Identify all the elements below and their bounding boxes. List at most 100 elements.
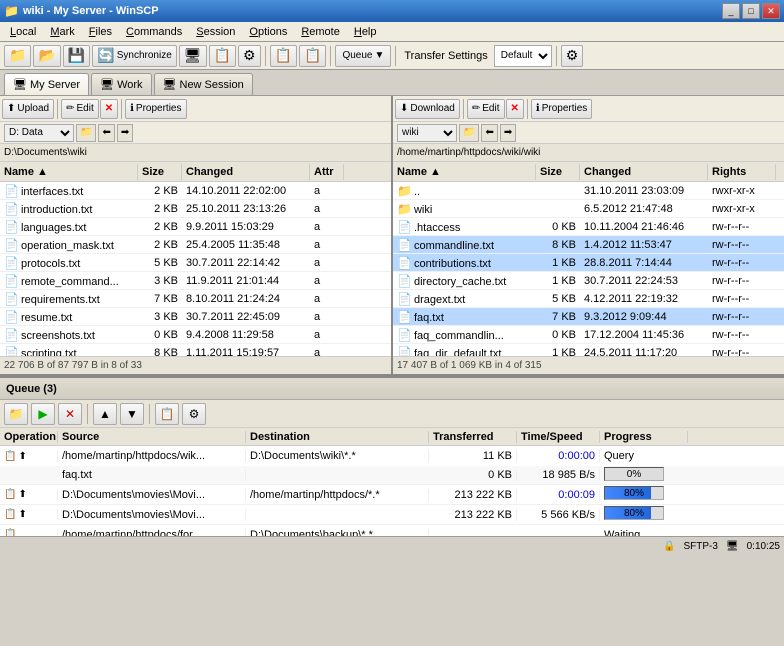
queue-stop[interactable]: ✕ — [58, 403, 82, 425]
right-col-rights[interactable]: Rights — [708, 164, 776, 180]
window-controls: _ □ ✕ — [722, 3, 780, 19]
queue-dropdown-arrow[interactable]: ▼ — [374, 50, 384, 61]
left-file-row[interactable]: 📄scripting.txt 8 KB 1.11.2011 15:19:57 a — [0, 344, 391, 356]
right-server-select[interactable]: wiki — [397, 124, 457, 142]
tab-work[interactable]: 🖥 Work — [91, 73, 151, 95]
left-file-row[interactable]: 📄languages.txt 2 KB 9.9.2011 15:03:29 a — [0, 218, 391, 236]
left-file-row[interactable]: 📄screenshots.txt 0 KB 9.4.2008 11:29:58 … — [0, 326, 391, 344]
status-bar: 🔒 SFTP-3 🖥 0:10:25 — [0, 536, 784, 556]
queue-row[interactable]: 📋⬆ D:\Documents\movies\Movi... /home/mar… — [0, 485, 784, 505]
menu-mark[interactable]: Mark — [44, 24, 80, 40]
menu-options[interactable]: Options — [243, 24, 293, 40]
right-file-row[interactable]: 📄dragext.txt 5 KB 4.12.2011 22:19:32 rw-… — [393, 290, 784, 308]
left-file-row[interactable]: 📄remote_command... 3 KB 11.9.2011 21:01:… — [0, 272, 391, 290]
right-file-row[interactable]: 📄directory_cache.txt 1 KB 30.7.2011 22:2… — [393, 272, 784, 290]
status-lock: 🔒 — [663, 541, 675, 552]
left-file-row[interactable]: 📄introduction.txt 2 KB 25.10.2011 23:13:… — [0, 200, 391, 218]
close-button[interactable]: ✕ — [762, 3, 780, 19]
left-col-name[interactable]: Name ▲ — [0, 164, 138, 180]
right-file-row[interactable]: 📄.htaccess 0 KB 10.11.2004 21:46:46 rw-r… — [393, 218, 784, 236]
left-file-row[interactable]: 📄requirements.txt 7 KB 8.10.2011 21:24:2… — [0, 290, 391, 308]
menu-remote[interactable]: Remote — [295, 24, 346, 40]
toolbar-btn-4[interactable]: 🖥 — [179, 45, 207, 67]
menu-help[interactable]: Help — [348, 24, 383, 40]
left-delete-button[interactable]: ✕ — [100, 99, 118, 119]
queue-col-transferred: Transferred — [429, 431, 517, 443]
left-col-changed[interactable]: Changed — [182, 164, 310, 180]
right-nav-btn-3[interactable]: ➡ — [500, 124, 516, 142]
right-file-row[interactable]: 📄faq.txt 7 KB 9.3.2012 9:09:44 rw-r--r-- — [393, 308, 784, 326]
left-file-row[interactable]: 📄protocols.txt 5 KB 30.7.2011 22:14:42 a — [0, 254, 391, 272]
left-file-row[interactable]: 📄interfaces.txt 2 KB 14.10.2011 22:02:00… — [0, 182, 391, 200]
queue-button[interactable]: Queue ▼ — [335, 45, 391, 67]
toolbar-btn-5[interactable]: 📋 — [209, 45, 236, 67]
queue-move-up[interactable]: 📁 — [4, 403, 28, 425]
toolbar-btn-8[interactable]: 📋 — [299, 45, 326, 67]
tab-my-server[interactable]: 🖥 My Server — [4, 73, 89, 95]
left-file-row[interactable]: 📄resume.txt 3 KB 30.7.2011 22:45:09 a — [0, 308, 391, 326]
right-col-size[interactable]: Size — [536, 164, 580, 180]
right-delete-button[interactable]: ✕ — [506, 99, 524, 119]
left-nav-btn-1[interactable]: 📁 — [76, 124, 96, 142]
left-edit-button[interactable]: ✏ Edit — [61, 99, 99, 119]
right-nav-btn-2[interactable]: ⬅ — [481, 124, 497, 142]
menu-files[interactable]: Files — [83, 24, 118, 40]
queue-options[interactable]: 📋 — [155, 403, 179, 425]
left-path-bar: D: Data 📁 ⬅ ➡ — [0, 122, 391, 144]
right-file-row[interactable]: 📄faq_commandlin... 0 KB 17.12.2004 11:45… — [393, 326, 784, 344]
menu-commands[interactable]: Commands — [120, 24, 188, 40]
left-properties-button[interactable]: ℹ Properties — [125, 99, 186, 119]
toolbar-btn-6[interactable]: ⚙ — [238, 45, 261, 67]
toolbar-btn-3[interactable]: 💾 — [63, 45, 90, 67]
minimize-button[interactable]: _ — [722, 3, 740, 19]
queue-row[interactable]: 📋⬆ /home/martinp/httpdocs/wik... D:\Docu… — [0, 446, 784, 485]
toolbar-settings-btn[interactable]: ⚙ — [561, 45, 584, 67]
left-column-headers: Name ▲ Size Changed Attr — [0, 162, 391, 182]
queue-play[interactable]: ▶ — [31, 403, 55, 425]
right-col-name[interactable]: Name ▲ — [393, 164, 536, 180]
right-col-changed[interactable]: Changed — [580, 164, 708, 180]
tab-new-session[interactable]: 🖥 New Session — [154, 73, 253, 95]
right-column-headers: Name ▲ Size Changed Rights — [393, 162, 784, 182]
upload-button[interactable]: ⬆ Upload — [2, 99, 54, 119]
left-nav-btn-3[interactable]: ➡ — [117, 124, 133, 142]
toolbar-sep-1 — [265, 46, 266, 66]
right-file-row[interactable]: 📁wiki 6.5.2012 21:47:48 rwxr-xr-x — [393, 200, 784, 218]
tab-icon-work: 🖥 — [100, 78, 114, 91]
synchronize-button[interactable]: 🔄 Synchronize — [92, 45, 176, 67]
right-nav-btn-1[interactable]: 📁 — [459, 124, 479, 142]
queue-down[interactable]: ▼ — [120, 403, 144, 425]
transfer-default-select[interactable]: Default — [494, 45, 552, 67]
edit-icon-right: ✏ — [472, 103, 480, 114]
right-properties-button[interactable]: ℹ Properties — [531, 99, 592, 119]
left-file-row[interactable]: 📄operation_mask.txt 2 KB 25.4.2005 11:35… — [0, 236, 391, 254]
menu-session[interactable]: Session — [190, 24, 241, 40]
upload-icon: ⬆ — [7, 103, 15, 114]
tab-new-icon: 🖥 — [163, 78, 177, 91]
menu-local[interactable]: Local — [4, 24, 42, 40]
right-edit-button[interactable]: ✏ Edit — [467, 99, 505, 119]
maximize-button[interactable]: □ — [742, 3, 760, 19]
session-tabs: 🖥 My Server 🖥 Work 🖥 New Session — [0, 70, 784, 96]
right-breadcrumb: /home/martinp/httpdocs/wiki/wiki — [393, 144, 784, 162]
right-file-row[interactable]: 📄contributions.txt 1 KB 28.8.2011 7:14:4… — [393, 254, 784, 272]
right-file-row[interactable]: 📄faq_dir_default.txt 1 KB 24.5.2011 11:1… — [393, 344, 784, 356]
queue-header: Queue (3) — [0, 378, 784, 400]
delete-icon-right: ✕ — [511, 103, 519, 114]
queue-settings[interactable]: ⚙ — [182, 403, 206, 425]
right-file-row[interactable]: 📁.. 31.10.2011 23:03:09 rwxr-xr-x — [393, 182, 784, 200]
left-nav-btn-2[interactable]: ⬅ — [98, 124, 114, 142]
queue-row[interactable]: 📋 /home/martinp/httpdocs/for... D:\Docum… — [0, 525, 784, 536]
toolbar-btn-7[interactable]: 📋 — [270, 45, 297, 67]
queue-up[interactable]: ▲ — [93, 403, 117, 425]
queue-row[interactable]: 📋⬆ D:\Documents\movies\Movi... 213 222 K… — [0, 505, 784, 525]
download-button[interactable]: ⬇ Download — [395, 99, 460, 119]
toolbar-btn-2[interactable]: 📂 — [33, 45, 60, 67]
left-drive-select[interactable]: D: Data — [4, 124, 74, 142]
right-file-row[interactable]: 📄commandline.txt 8 KB 1.4.2012 11:53:47 … — [393, 236, 784, 254]
menu-bar: Local Mark Files Commands Session Option… — [0, 22, 784, 42]
toolbar-btn-1[interactable]: 📁 — [4, 45, 31, 67]
left-col-attr[interactable]: Attr — [310, 164, 344, 180]
queue-col-progress: Progress — [600, 431, 688, 443]
left-col-size[interactable]: Size — [138, 164, 182, 180]
